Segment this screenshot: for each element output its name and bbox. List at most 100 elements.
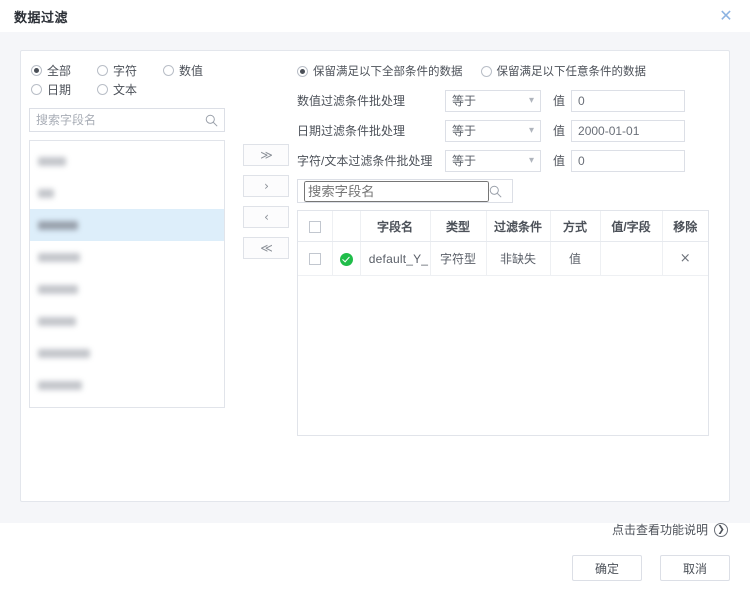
left-column: 全部 字符 数值 日期 文本	[29, 61, 234, 408]
masked-field-name	[38, 157, 66, 166]
selected-field-search-input[interactable]	[304, 181, 489, 202]
available-field-list[interactable]	[29, 140, 225, 408]
radio-label: 全部	[47, 62, 71, 79]
radio-dot-icon	[97, 65, 108, 76]
list-item[interactable]	[30, 305, 224, 337]
radio-type-numeric[interactable]: 数值	[163, 61, 229, 80]
list-item[interactable]	[30, 145, 224, 177]
date-value-input[interactable]	[571, 120, 685, 142]
table-body: default_Y_ 字符型 非缺失 值 ×	[298, 242, 708, 276]
chevron-down-icon: ▾	[529, 125, 534, 136]
char-text-batch-row: 字符/文本过滤条件批处理 等于 ▾ 值	[297, 149, 717, 172]
radio-type-all[interactable]: 全部	[31, 61, 97, 80]
move-all-left-button[interactable]: ≪	[243, 237, 289, 259]
list-item[interactable]	[30, 369, 224, 401]
header-mode: 方式	[550, 211, 600, 242]
list-item[interactable]	[30, 401, 224, 408]
table-header-row: 字段名 类型 过滤条件 方式 值/字段 移除	[298, 211, 708, 242]
table-row[interactable]: default_Y_ 字符型 非缺失 值 ×	[298, 242, 708, 276]
move-all-right-button[interactable]: ≫	[243, 144, 289, 166]
char-text-value-input[interactable]	[571, 150, 685, 172]
left-field-search-box[interactable]	[29, 108, 225, 132]
search-icon	[205, 114, 218, 127]
radio-type-date[interactable]: 日期	[31, 80, 97, 99]
left-field-search-input[interactable]	[36, 113, 205, 127]
header-remove: 移除	[662, 211, 708, 242]
numeric-value-label: 值	[553, 92, 565, 109]
list-item[interactable]	[30, 241, 224, 273]
radio-dot-icon	[97, 84, 108, 95]
row-remove-cell[interactable]: ×	[662, 242, 708, 276]
help-link[interactable]: 点击查看功能说明 ❯	[612, 521, 728, 538]
field-type-radio-group: 全部 字符 数值 日期 文本	[29, 61, 231, 99]
close-icon[interactable]: ✕	[718, 8, 734, 24]
help-link-label: 点击查看功能说明	[612, 521, 708, 538]
header-field-name: 字段名	[360, 211, 430, 242]
radio-dot-icon	[31, 65, 42, 76]
numeric-value-input[interactable]	[571, 90, 685, 112]
list-item[interactable]	[30, 273, 224, 305]
right-column: 保留满足以下全部条件的数据 保留满足以下任意条件的数据 数值过滤条件批处理 等于…	[297, 61, 717, 436]
radio-label: 保留满足以下任意条件的数据	[497, 63, 647, 79]
header-value-field: 值/字段	[600, 211, 662, 242]
selected-field-table-container: 字段名 类型 过滤条件 方式 值/字段 移除	[297, 210, 709, 436]
date-batch-row: 日期过滤条件批处理 等于 ▾ 值	[297, 119, 717, 142]
radio-label: 日期	[47, 81, 71, 98]
radio-type-text[interactable]: 文本	[97, 80, 163, 99]
dialog-titlebar: 数据过滤 ✕	[0, 0, 750, 32]
row-filter-condition[interactable]: 非缺失	[486, 242, 550, 276]
char-text-batch-label: 字符/文本过滤条件批处理	[297, 152, 445, 169]
move-left-button[interactable]: ‹	[243, 206, 289, 228]
masked-field-name	[38, 317, 76, 326]
numeric-batch-row: 数值过滤条件批处理 等于 ▾ 值	[297, 89, 717, 112]
numeric-batch-label: 数值过滤条件批处理	[297, 92, 445, 109]
radio-dot-icon	[163, 65, 174, 76]
date-batch-label: 日期过滤条件批处理	[297, 122, 445, 139]
date-value-label: 值	[553, 122, 565, 139]
row-status-cell	[332, 242, 360, 276]
radio-label: 文本	[113, 81, 137, 98]
char-text-operator-select[interactable]: 等于 ▾	[445, 150, 541, 172]
row-value-field[interactable]	[600, 242, 662, 276]
dialog-title: 数据过滤	[14, 7, 68, 26]
chevron-right-circle-icon: ❯	[714, 523, 728, 537]
row-type: 字符型	[430, 242, 486, 276]
char-text-operator-value: 等于	[452, 152, 476, 169]
radio-label: 字符	[113, 62, 137, 79]
masked-field-name	[38, 189, 54, 198]
date-operator-value: 等于	[452, 122, 476, 139]
radio-dot-icon	[481, 66, 492, 77]
keep-condition-radio-group: 保留满足以下全部条件的数据 保留满足以下任意条件的数据	[297, 61, 717, 81]
filter-panel: 全部 字符 数值 日期 文本	[20, 50, 730, 502]
radio-label: 保留满足以下全部条件的数据	[313, 63, 463, 79]
radio-type-character[interactable]: 字符	[97, 61, 163, 80]
row-mode[interactable]: 值	[550, 242, 600, 276]
selected-field-table: 字段名 类型 过滤条件 方式 值/字段 移除	[298, 211, 708, 276]
date-operator-select[interactable]: 等于 ▾	[445, 120, 541, 142]
transfer-button-group: ≫ › ‹ ≪	[243, 144, 291, 268]
numeric-operator-value: 等于	[452, 92, 476, 109]
numeric-operator-select[interactable]: 等于 ▾	[445, 90, 541, 112]
row-checkbox[interactable]	[309, 253, 321, 265]
masked-field-name	[38, 253, 80, 262]
masked-field-name	[38, 349, 90, 358]
masked-field-name	[38, 285, 78, 294]
cancel-button[interactable]: 取消	[660, 555, 730, 581]
selected-field-search-box[interactable]	[297, 179, 513, 203]
select-all-checkbox[interactable]	[309, 221, 321, 233]
header-select-all[interactable]	[298, 211, 332, 242]
list-item[interactable]	[30, 177, 224, 209]
move-right-button[interactable]: ›	[243, 175, 289, 197]
confirm-button[interactable]: 确定	[572, 555, 642, 581]
list-item[interactable]	[30, 337, 224, 369]
dialog-body: 全部 字符 数值 日期 文本	[0, 32, 750, 523]
radio-keep-any-condition[interactable]: 保留满足以下任意条件的数据	[481, 63, 647, 79]
radio-keep-all-conditions[interactable]: 保留满足以下全部条件的数据	[297, 63, 463, 79]
chevron-down-icon: ▾	[529, 95, 534, 106]
header-type: 类型	[430, 211, 486, 242]
row-checkbox-cell[interactable]	[298, 242, 332, 276]
char-text-value-label: 值	[553, 152, 565, 169]
list-item[interactable]	[30, 209, 224, 241]
remove-row-icon[interactable]: ×	[680, 251, 691, 266]
chevron-down-icon: ▾	[529, 155, 534, 166]
